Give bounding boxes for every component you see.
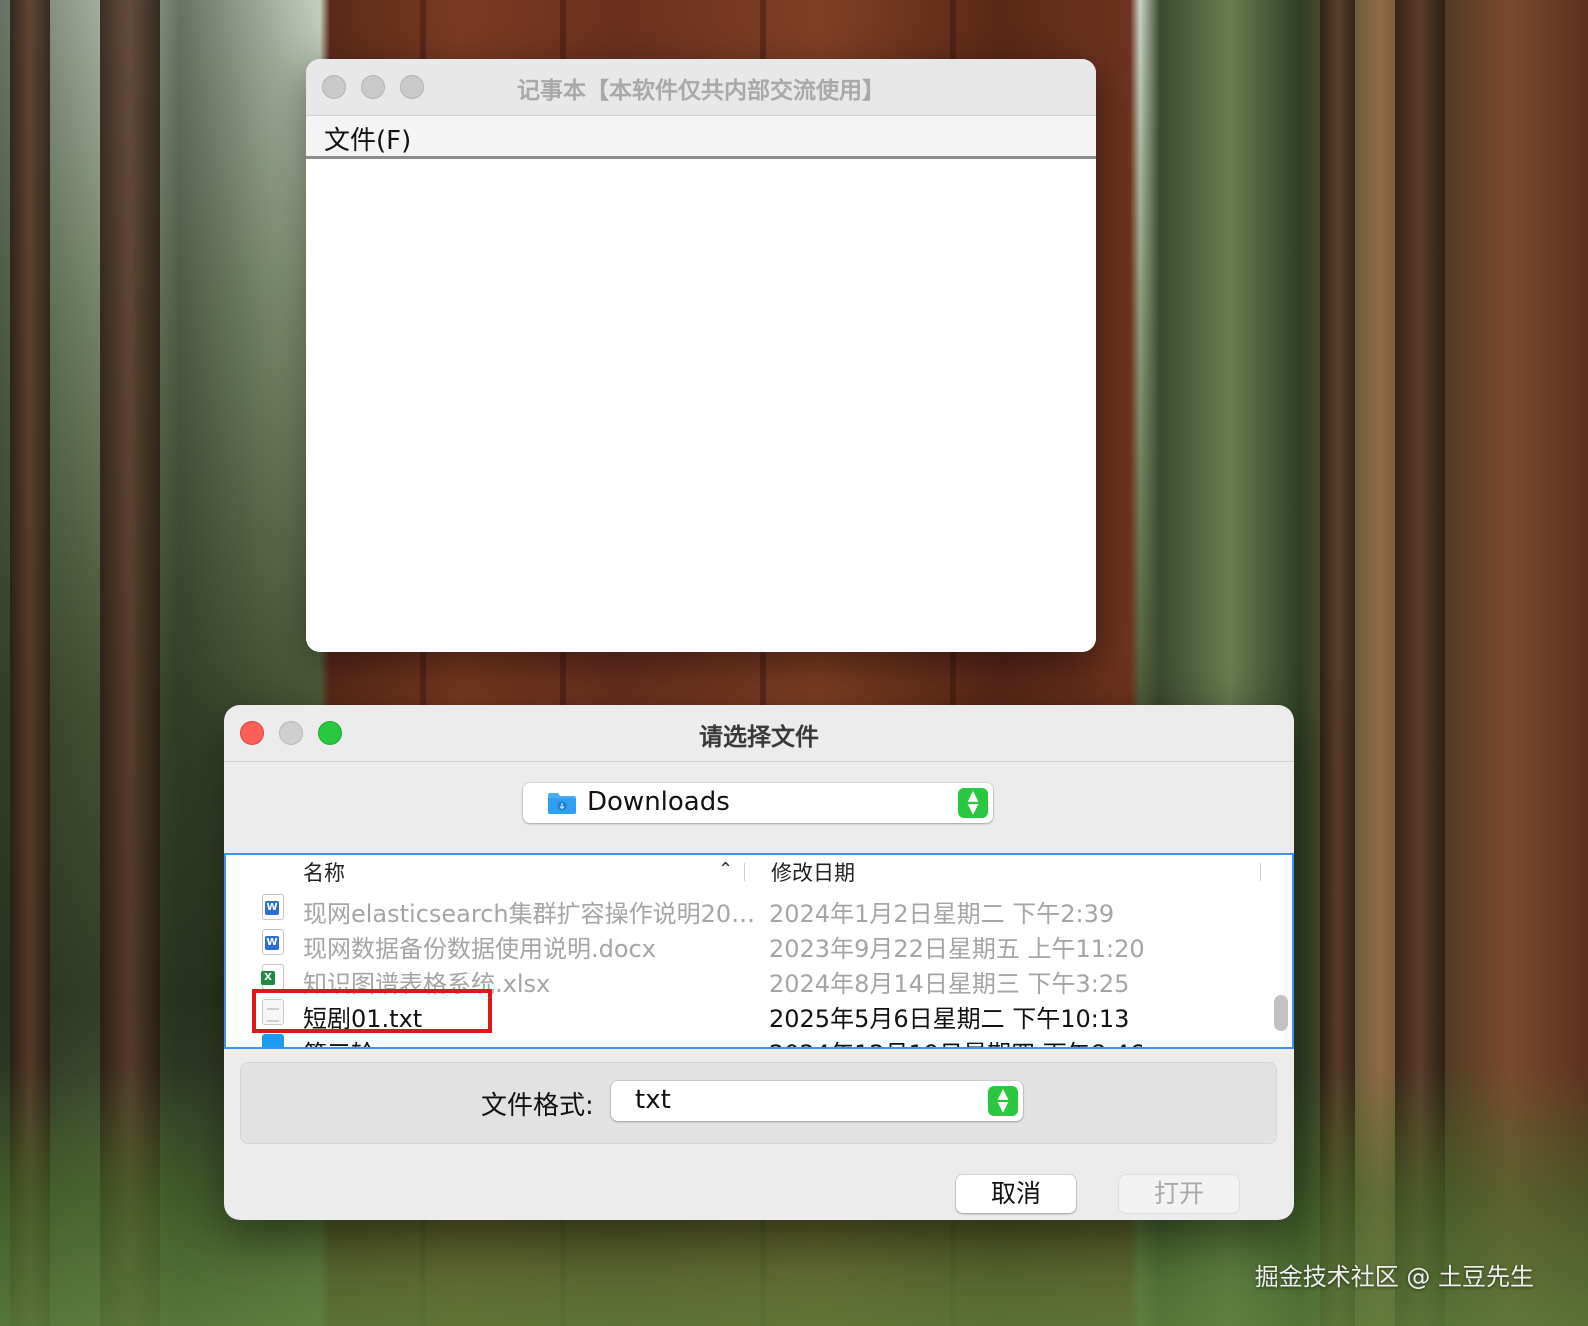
file-list-header: 名称 ⌃ 修改日期 — [226, 855, 1292, 889]
updown-chevron-icon: ▲ ▼ — [958, 788, 988, 818]
sort-ascending-icon: ⌃ — [718, 859, 734, 880]
menu-file[interactable]: 文件(F) — [306, 116, 429, 161]
notepad-menubar: 文件(F) — [306, 116, 1096, 159]
file-format-value: txt — [635, 1085, 671, 1115]
updown-chevron-icon: ▲ ▼ — [988, 1086, 1018, 1116]
word-doc-icon — [262, 929, 284, 955]
file-name: 第三轮 — [303, 1034, 375, 1047]
watermark: 掘金技术社区 @ 土豆先生 — [1254, 1263, 1534, 1291]
dialog-titlebar[interactable]: 请选择文件 — [224, 705, 1294, 762]
vertical-scrollbar[interactable] — [1274, 995, 1288, 1031]
folder-icon — [262, 1034, 284, 1047]
column-header-date[interactable]: 修改日期 — [771, 857, 855, 887]
location-dropdown[interactable]: Downloads ▲ ▼ — [523, 783, 993, 823]
file-row[interactable]: 现网elasticsearch集群扩容操作说明20… 2024年1月2日星期二 … — [226, 891, 1262, 928]
file-date: 2023年9月22日星期五 上午11:20 — [769, 935, 1145, 963]
red-highlight-annotation — [252, 989, 492, 1033]
column-divider — [1260, 863, 1261, 881]
file-row[interactable]: 第三轮 2024年12月19日星期四 下午8:46 — [226, 1031, 1262, 1047]
file-date: 2024年1月2日星期二 下午2:39 — [769, 900, 1115, 928]
notepad-title: 记事本【本软件仅共内部交流使用】 — [517, 78, 885, 104]
notepad-text-area[interactable] — [306, 159, 1096, 652]
word-doc-icon — [262, 894, 284, 920]
file-format-label: 文件格式: — [481, 1091, 594, 1121]
excel-doc-icon — [261, 964, 284, 990]
file-date: 2025年5月6日星期二 下午10:13 — [769, 1005, 1130, 1033]
cancel-button[interactable]: 取消 — [956, 1175, 1076, 1213]
notepad-titlebar[interactable]: 记事本【本软件仅共内部交流使用】 — [306, 59, 1096, 116]
file-row[interactable]: 现网数据备份数据使用说明.docx 2023年9月22日星期五 上午11:20 — [226, 926, 1262, 963]
file-list[interactable]: 名称 ⌃ 修改日期 现网elasticsearch集群扩容操作说明20… 202… — [224, 853, 1294, 1049]
downloads-folder-icon — [548, 793, 576, 814]
file-format-panel: 文件格式: txt ▲ ▼ — [240, 1062, 1277, 1144]
file-date: 2024年8月14日星期三 下午3:25 — [769, 970, 1130, 998]
location-label: Downloads — [587, 787, 730, 817]
column-header-name[interactable]: 名称 — [303, 857, 345, 887]
dialog-title: 请选择文件 — [699, 723, 819, 751]
file-name: 现网数据备份数据使用说明.docx — [303, 935, 656, 963]
open-button[interactable]: 打开 — [1119, 1175, 1239, 1213]
file-chooser-dialog: 请选择文件 Downloads ▲▼ 名称 ⌃ 修改日期 现网elasticse… — [224, 705, 1294, 1220]
file-name: 现网elasticsearch集群扩容操作说明20… — [303, 900, 756, 928]
file-format-dropdown[interactable]: txt ▲ ▼ — [611, 1081, 1023, 1121]
notepad-window: 记事本【本软件仅共内部交流使用】 文件(F) — [306, 59, 1096, 652]
column-divider — [744, 863, 745, 881]
file-date: 2024年12月19日星期四 下午8:46 — [769, 1034, 1145, 1047]
